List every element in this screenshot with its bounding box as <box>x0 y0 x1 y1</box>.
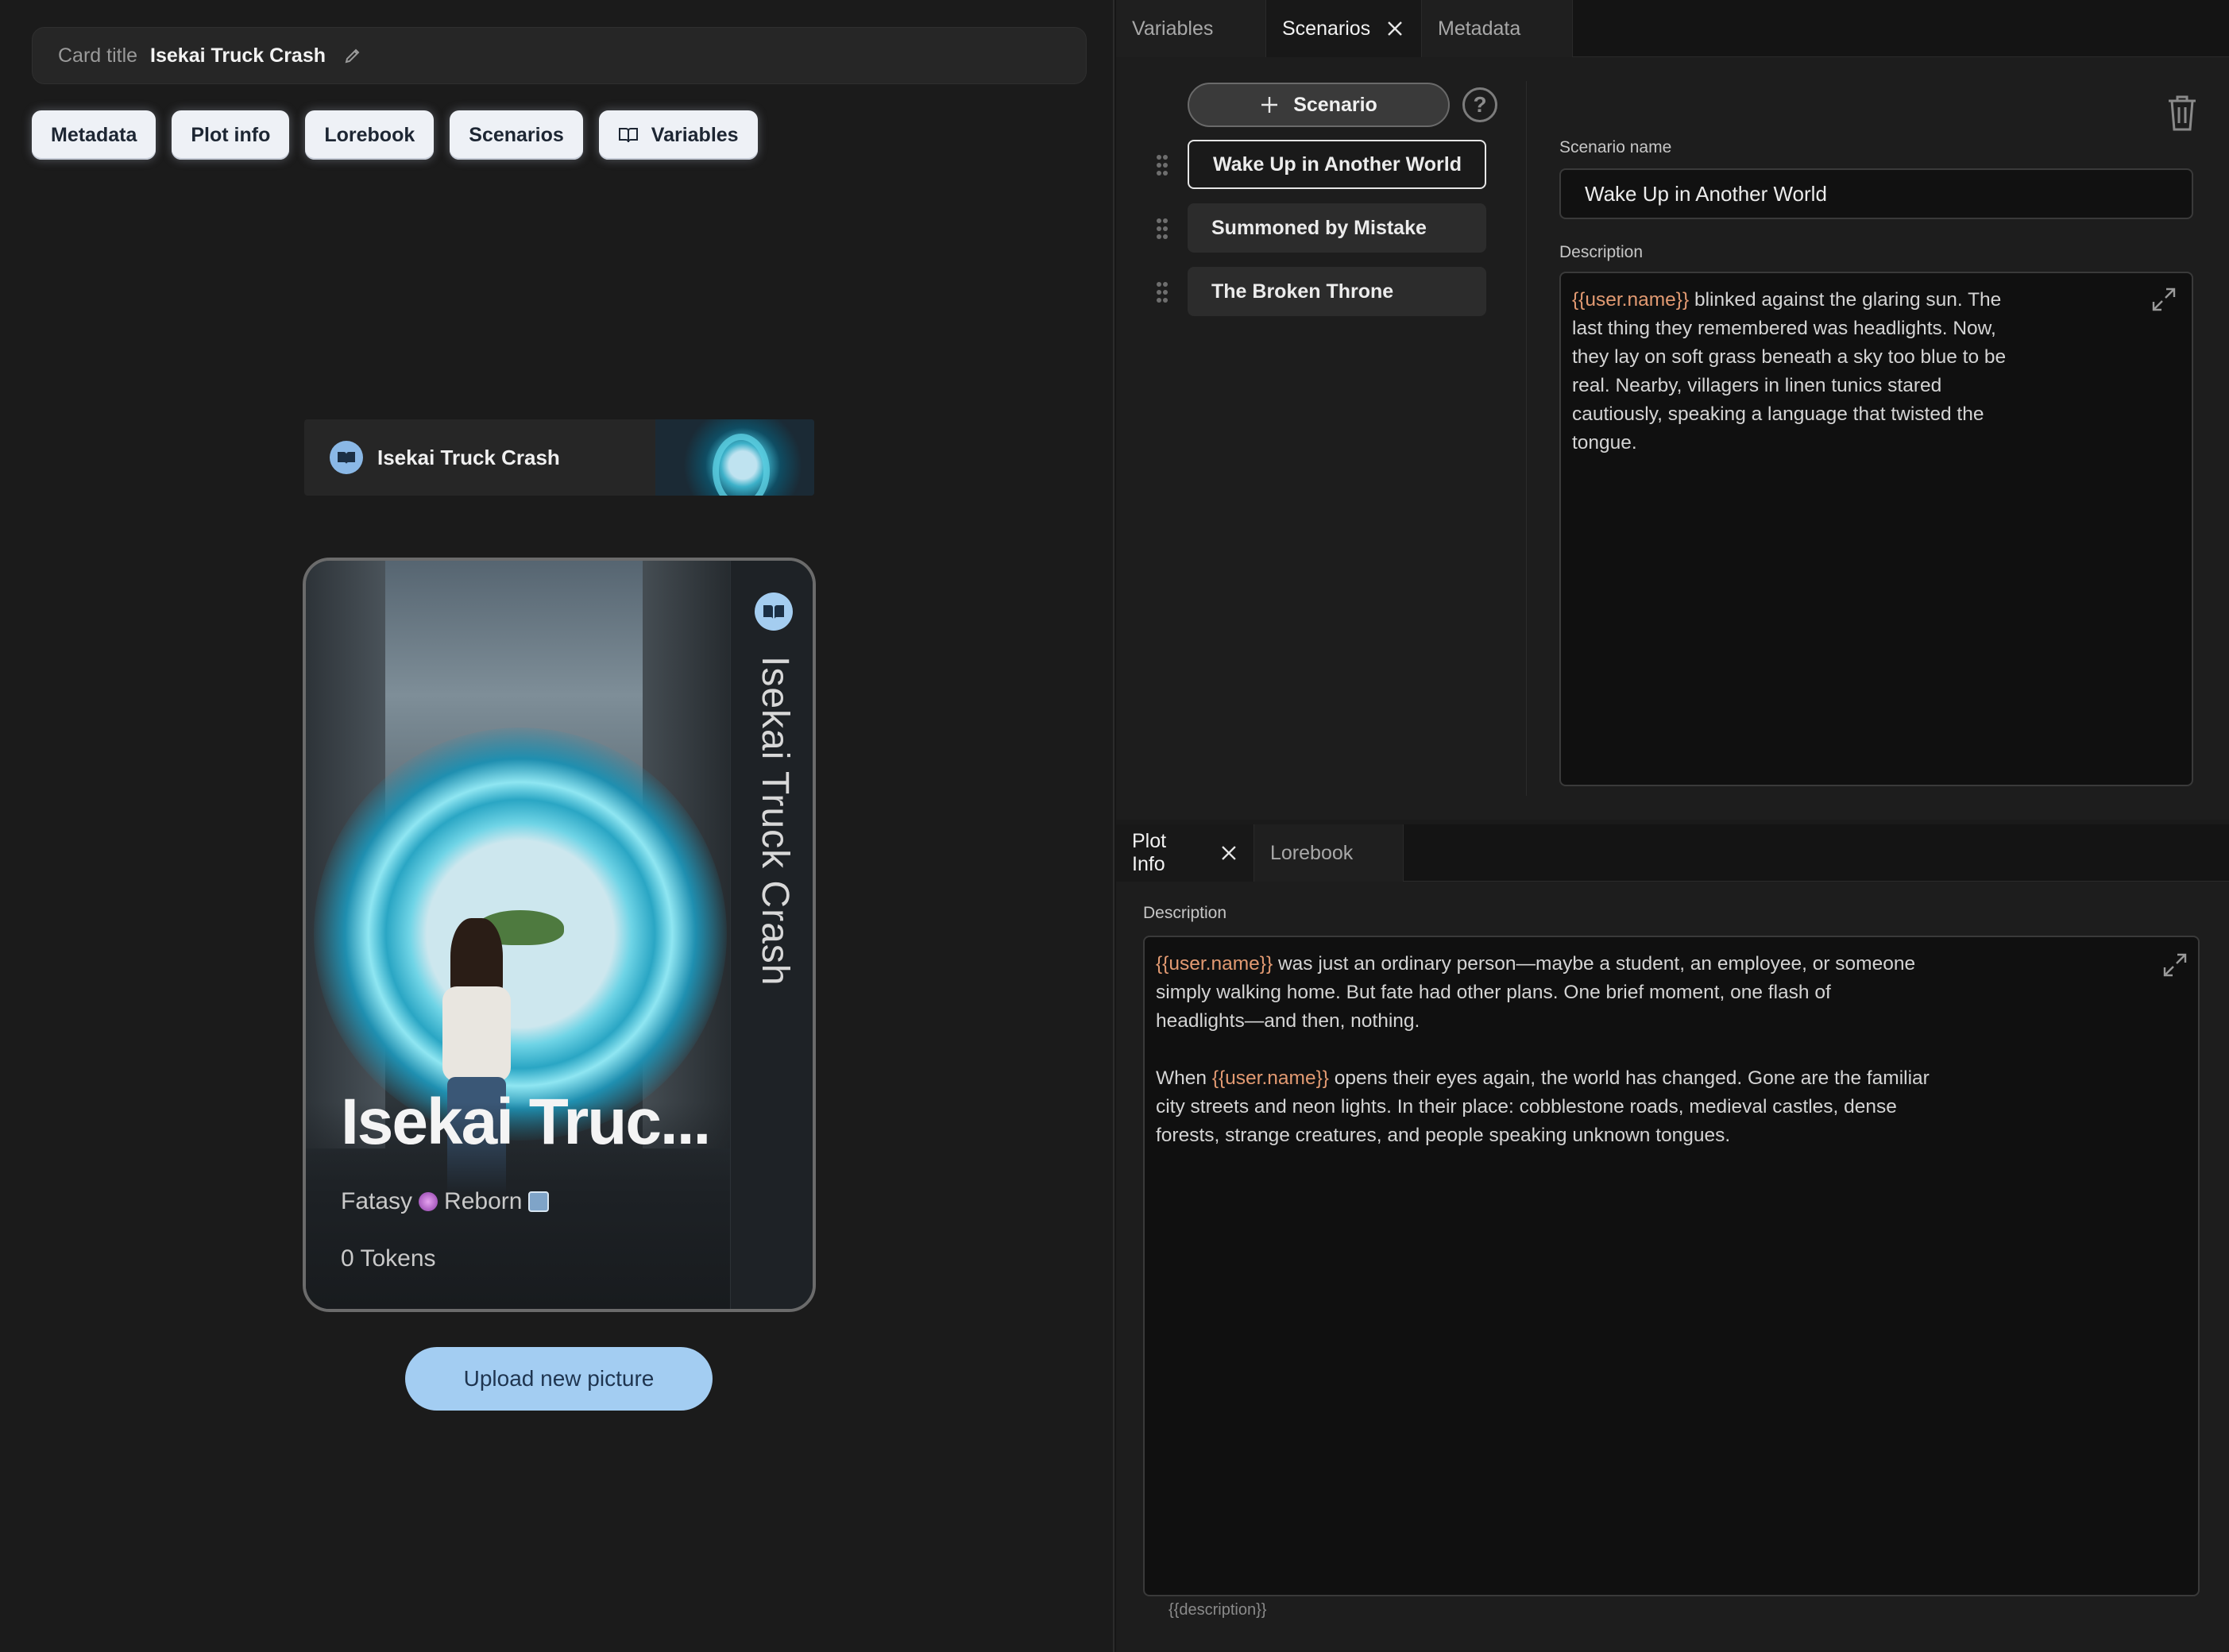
book-icon <box>618 128 638 143</box>
plot-description-label: Description <box>1143 904 1227 922</box>
user-name-macro: {{user.name}} <box>1211 1067 1329 1089</box>
scenario-description-label: Description <box>1559 243 1644 261</box>
pencil-icon[interactable] <box>343 46 362 65</box>
plot-info-button-label: Plot info <box>191 123 271 146</box>
divider <box>1526 81 1527 796</box>
section-buttons: Metadata Plot info Lorebook Scenarios Va… <box>32 110 758 160</box>
scenario-description-text: blinked against the glaring sun. The las… <box>1572 289 2007 454</box>
expand-icon[interactable] <box>2161 951 2188 978</box>
card-tags: Fatasy Reborn <box>341 1188 550 1215</box>
bottom-tabbar: Plot Info Lorebook <box>1116 824 2229 882</box>
tab-scenarios-label: Scenarios <box>1282 17 1371 40</box>
editor-panels: Variables Scenarios Metadata Scenario ? … <box>1116 0 2229 1652</box>
tab-lorebook[interactable]: Lorebook <box>1254 824 1404 882</box>
scenario-item[interactable]: Wake Up in Another World <box>1188 140 1486 189</box>
plot-description-textarea[interactable]: {{user.name}} was just an ordinary perso… <box>1143 936 2200 1596</box>
banner-thumbnail <box>655 419 814 496</box>
card-title-value: Isekai Truck Crash <box>150 44 326 67</box>
help-icon[interactable]: ? <box>1462 87 1497 122</box>
scenario-name-label: Scenario name <box>1559 138 1672 156</box>
trash-icon[interactable] <box>2166 94 2198 132</box>
book-icon <box>330 441 363 474</box>
tag-reborn: Reborn <box>444 1188 523 1214</box>
tab-plot-info[interactable]: Plot Info <box>1116 824 1254 882</box>
add-scenario-label: Scenario <box>1293 93 1377 116</box>
lorebook-button[interactable]: Lorebook <box>305 110 435 160</box>
variables-button-label: Variables <box>651 123 739 146</box>
close-icon[interactable] <box>1220 844 1238 862</box>
tab-metadata-label: Metadata <box>1438 17 1521 40</box>
scenario-item[interactable]: The Broken Throne <box>1188 267 1486 316</box>
drag-handle-icon[interactable] <box>1156 154 1169 176</box>
tag-fatasy: Fatasy <box>341 1188 413 1214</box>
card-banner-preview: Isekai Truck Crash <box>304 419 814 496</box>
card-big-title: Isekai Truc... <box>341 1086 711 1158</box>
card-side-strip: Isekai Truck Crash <box>730 561 813 1309</box>
upload-picture-button[interactable]: Upload new picture <box>405 1347 713 1411</box>
plot-paragraph-2-prefix: When <box>1156 1067 1212 1089</box>
description-macro-hint: {{description}} <box>1169 1601 1267 1619</box>
book-icon <box>755 592 793 631</box>
top-tabbar: Variables Scenarios Metadata <box>1116 0 2229 57</box>
banner-title: Isekai Truck Crash <box>377 445 560 469</box>
expand-icon[interactable] <box>2150 286 2177 313</box>
metadata-button-label: Metadata <box>51 123 137 146</box>
variables-button[interactable]: Variables <box>598 110 758 160</box>
scenarios-button-label: Scenarios <box>469 123 564 146</box>
card-title-label: Card title <box>58 44 138 67</box>
scenario-name-input[interactable]: Wake Up in Another World <box>1559 168 2193 219</box>
plot-info-button[interactable]: Plot info <box>172 110 290 160</box>
tab-scenarios[interactable]: Scenarios <box>1266 0 1422 57</box>
card-token-count: 0 Tokens <box>341 1245 436 1272</box>
crystal-ball-icon <box>419 1192 438 1211</box>
user-name-macro: {{user.name}} <box>1156 953 1273 975</box>
plot-info-panel: Description {{user.name}} was just an or… <box>1116 882 2229 1652</box>
lorebook-button-label: Lorebook <box>324 123 415 146</box>
user-name-macro: {{user.name}} <box>1572 289 1690 311</box>
metadata-button[interactable]: Metadata <box>32 110 156 160</box>
scenarios-panel: Scenario ? Wake Up in Another World Summ… <box>1116 57 2229 820</box>
card-vertical-title: Isekai Truck Crash <box>754 656 796 986</box>
card-title-bar[interactable]: Card title Isekai Truck Crash <box>32 27 1087 84</box>
scenario-description-textarea[interactable]: {{user.name}} blinked against the glarin… <box>1559 272 2193 786</box>
tab-variables-label: Variables <box>1132 17 1214 40</box>
cycle-icon <box>528 1191 550 1212</box>
drag-handle-icon[interactable] <box>1156 218 1169 240</box>
scenarios-button[interactable]: Scenarios <box>450 110 583 160</box>
plus-icon <box>1261 97 1278 113</box>
scenario-item[interactable]: Summoned by Mistake <box>1188 203 1486 253</box>
tab-metadata[interactable]: Metadata <box>1422 0 1573 57</box>
drag-handle-icon[interactable] <box>1156 281 1169 303</box>
tab-variables[interactable]: Variables <box>1116 0 1266 57</box>
character-card-preview: Isekai Truck Crash Isekai Truc... Fatasy… <box>303 558 816 1312</box>
tab-plot-info-label: Plot Info <box>1132 830 1167 875</box>
tab-lorebook-label: Lorebook <box>1270 841 1354 864</box>
close-icon[interactable] <box>1386 20 1404 37</box>
card-editor-panel: Card title Isekai Truck Crash Metadata P… <box>0 0 1114 1652</box>
add-scenario-button[interactable]: Scenario <box>1188 83 1450 127</box>
